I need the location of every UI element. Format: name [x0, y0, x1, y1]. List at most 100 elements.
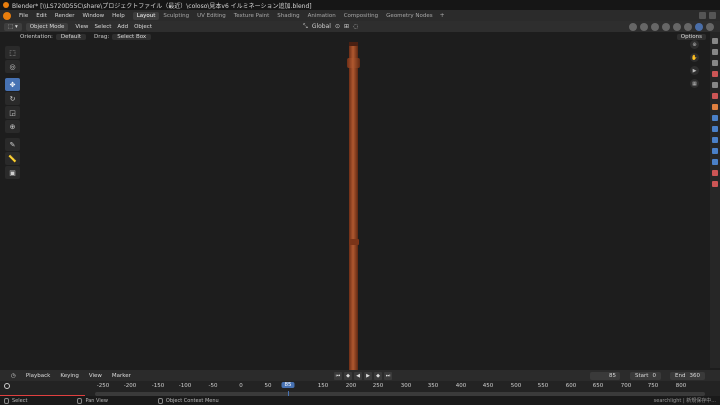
proportional-edit-icon[interactable]: ◌ [353, 23, 358, 30]
hand-icon[interactable]: ✋ [690, 53, 699, 62]
menu-window[interactable]: Window [78, 13, 108, 19]
scene-properties-icon[interactable] [712, 82, 718, 88]
output-properties-icon[interactable] [712, 60, 718, 66]
ruler-tick: 400 [455, 383, 467, 389]
solid-shading-icon[interactable] [684, 22, 692, 31]
scale-tool-icon[interactable]: ◲ [5, 106, 20, 119]
constraint-properties-icon[interactable] [712, 148, 718, 154]
menu-keying[interactable]: Keying [55, 373, 83, 379]
jump-end-icon[interactable]: ⏭ [384, 371, 392, 380]
play-icon[interactable]: ▶ [364, 371, 372, 380]
camera-icon[interactable]: ▶ [690, 66, 699, 75]
menu-select[interactable]: Select [91, 24, 114, 30]
current-frame-field[interactable]: 85 [590, 371, 620, 380]
render-properties-icon[interactable] [712, 49, 718, 55]
prev-key-icon[interactable]: ◆ [344, 371, 352, 380]
view-layer-icon[interactable] [709, 12, 716, 19]
gizmo-icon[interactable] [640, 22, 648, 31]
data-properties-icon[interactable] [712, 159, 718, 165]
pole-joint [349, 239, 359, 245]
pole-object[interactable] [346, 42, 376, 370]
tab-compositing[interactable]: Compositing [340, 12, 382, 20]
menu-marker[interactable]: Marker [107, 373, 136, 379]
mode-selector[interactable]: Object Mode [25, 22, 69, 31]
material-preview-shading-icon[interactable] [695, 22, 703, 31]
tab-sculpting[interactable]: Sculpting [159, 12, 193, 20]
ruler-tick: 50 [264, 383, 272, 389]
ruler-tick: 550 [537, 383, 549, 389]
tab-animation[interactable]: Animation [304, 12, 340, 20]
tab-geometry-nodes[interactable]: Geometry Nodes [382, 12, 436, 20]
pole-shaft [349, 46, 358, 370]
world-properties-icon[interactable] [712, 93, 718, 99]
move-tool-icon[interactable]: ✥ [5, 78, 20, 91]
pivot-icon[interactable]: ⊙ [335, 23, 340, 30]
material-properties-icon[interactable] [712, 170, 718, 176]
annotate-tool-icon[interactable]: ✎ [5, 138, 20, 151]
ruler-tick: 750 [647, 383, 659, 389]
tab-uv-editing[interactable]: UV Editing [193, 12, 230, 20]
cursor-tool-icon[interactable]: ◎ [5, 60, 20, 73]
tool-properties-icon[interactable] [712, 38, 718, 44]
ruler-tick: -250 [96, 383, 110, 389]
transform-orientation-dropdown[interactable]: Global [312, 23, 331, 30]
add-cube-tool-icon[interactable]: ▣ [5, 166, 20, 179]
play-reverse-icon[interactable]: ◀ [354, 371, 362, 380]
scene-icon[interactable] [699, 12, 706, 19]
blender-logo-icon [3, 2, 9, 8]
tab-layout[interactable]: Layout [132, 11, 160, 20]
menu-help[interactable]: Help [108, 13, 129, 19]
ruler-tick: 150 [317, 383, 329, 389]
frame-ruler[interactable]: -250 -200 -150 -100 -50 0 50 85 150 200 … [0, 381, 720, 391]
object-properties-icon[interactable] [712, 104, 718, 110]
menu-object[interactable]: Object [131, 24, 155, 30]
xray-icon[interactable] [662, 22, 670, 31]
visibility-icon[interactable] [629, 22, 637, 31]
start-label: Start [635, 372, 649, 379]
start-frame-field[interactable]: Start 0 [630, 371, 661, 380]
search-icon[interactable] [4, 383, 10, 389]
menu-playback[interactable]: Playback [21, 373, 56, 379]
menu-view[interactable]: View [72, 24, 91, 30]
menu-file[interactable]: File [15, 13, 32, 19]
rotate-tool-icon[interactable]: ↻ [5, 92, 20, 105]
viewport-header: ⬚ ▾ Object Mode View Select Add Object ⤡… [0, 21, 720, 32]
end-frame-field[interactable]: End 360 [670, 371, 705, 380]
main-menu: File Edit Render Window Help [15, 13, 129, 19]
editor-type-button[interactable]: ⬚ ▾ [4, 22, 22, 31]
tab-texture-paint[interactable]: Texture Paint [230, 12, 274, 20]
tab-shading[interactable]: Shading [273, 12, 303, 20]
add-workspace-button[interactable]: + [437, 12, 448, 19]
rendered-shading-icon[interactable] [706, 22, 714, 31]
snap-icon[interactable]: ⊞ [344, 23, 349, 30]
pole-top [349, 42, 358, 46]
orientation-dropdown[interactable]: Default [55, 34, 87, 40]
playhead-frame-label[interactable]: 85 [281, 382, 295, 388]
texture-properties-icon[interactable] [712, 181, 718, 187]
status-context-label: Object Context Menu [165, 397, 219, 404]
transform-tool-icon[interactable]: ⊕ [5, 120, 20, 133]
playback-controls: ⏮ ◆ ◀ ▶ ◆ ⏭ [334, 371, 392, 380]
next-key-icon[interactable]: ◆ [374, 371, 382, 380]
blender-menu-icon[interactable] [3, 11, 11, 20]
measure-tool-icon[interactable]: 📏 [5, 152, 20, 165]
modifier-properties-icon[interactable] [712, 115, 718, 121]
zoom-icon[interactable]: ⊕ [690, 40, 699, 49]
select-box-tool-icon[interactable]: ⬚ [5, 46, 20, 59]
physics-properties-icon[interactable] [712, 137, 718, 143]
orientation-label: Orientation: [20, 34, 53, 40]
particle-properties-icon[interactable] [712, 126, 718, 132]
menu-render[interactable]: Render [51, 13, 79, 19]
timeline-editor-type-icon[interactable]: ◷ [6, 373, 21, 379]
menu-edit[interactable]: Edit [32, 13, 51, 19]
grid-icon[interactable]: ▦ [690, 79, 699, 88]
wireframe-shading-icon[interactable] [673, 22, 681, 31]
jump-start-icon[interactable]: ⏮ [334, 371, 342, 380]
overlay-icon[interactable] [651, 22, 659, 31]
drag-dropdown[interactable]: Select Box [112, 34, 152, 40]
end-label: End [675, 372, 686, 379]
menu-add[interactable]: Add [114, 24, 131, 30]
menu-timeline-view[interactable]: View [84, 373, 107, 379]
ruler-tick: -150 [151, 383, 165, 389]
view-layer-properties-icon[interactable] [712, 71, 718, 77]
